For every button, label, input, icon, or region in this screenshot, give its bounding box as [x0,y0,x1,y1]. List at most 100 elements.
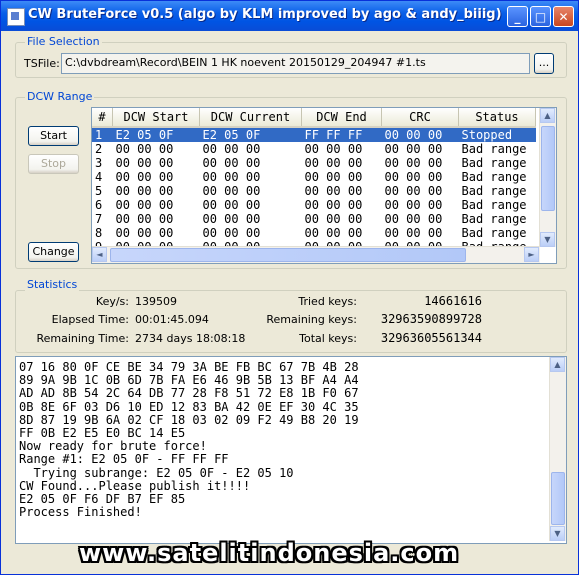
dcw-range-table[interactable]: # DCW Start DCW Current DCW End CRC Stat… [91,107,557,264]
cell-crc: 00 00 00 [384,170,443,184]
title-bar[interactable]: CW BruteForce v0.5 (algo by KLM improved… [1,1,578,31]
cell-dcw-start: 00 00 00 [115,156,174,170]
scroll-right-button[interactable]: ► [524,247,539,262]
table-row[interactable]: 3 00 00 00 00 00 00 00 00 00 00 00 00 Ba… [92,156,536,170]
cell-dcw-current: E2 05 0F [199,127,302,142]
cell-dcw-end: 00 00 00 [304,184,363,198]
scroll-left-button[interactable]: ◄ [92,247,107,262]
maximize-button[interactable]: □ [530,6,551,27]
table-row[interactable]: 6 00 00 00 00 00 00 00 00 00 00 00 00 Ba… [92,198,536,212]
table-row[interactable]: 1 E2 05 0F E2 05 0F FF FF FF 00 00 00 St… [92,127,536,142]
cell-index: 4 [95,170,103,184]
remaining-keys-value: 32963590899728 [380,312,482,326]
log-scroll-thumb[interactable] [551,472,565,525]
cell-index: 1 [92,127,113,142]
cell-crc: 00 00 00 [384,226,443,240]
scroll-down-button[interactable]: ▼ [540,232,555,247]
cell-index: 5 [95,184,103,198]
start-button[interactable]: Start [28,126,79,146]
cell-dcw-end: 00 00 00 [304,198,363,212]
cell-dcw-current: 00 00 00 [202,170,261,184]
statistics-legend: Statistics [25,278,80,291]
elapsed-time-value: 00:01:45.094 [135,313,209,326]
column-header-crc[interactable]: CRC [381,108,459,128]
cell-status: Bad range [461,226,527,240]
cell-status: Bad range [461,198,527,212]
tsfile-path-field[interactable]: C:\dvbdream\Record\BEIN 1 HK noevent 201… [61,53,530,74]
cell-status: Bad range [461,184,527,198]
file-selection-legend: File Selection [25,35,102,48]
minimize-button[interactable]: _ [507,6,528,27]
app-icon [7,8,25,26]
table-vertical-scrollbar[interactable]: ▲ ▼ [539,108,556,247]
cell-dcw-end: 00 00 00 [304,212,363,226]
log-scroll-up-button[interactable]: ▲ [550,357,565,372]
cell-dcw-end: 00 00 00 [304,156,363,170]
cell-crc: 00 00 00 [384,198,443,212]
cell-dcw-end: 00 00 00 [304,226,363,240]
column-header-index[interactable]: # [92,108,113,128]
cell-crc: 00 00 00 [384,156,443,170]
dcw-range-legend: DCW Range [25,90,95,103]
cell-index: 7 [95,212,103,226]
table-row[interactable]: 5 00 00 00 00 00 00 00 00 00 00 00 00 Ba… [92,184,536,198]
table-horizontal-scrollbar[interactable]: ◄ ► [92,246,540,263]
cell-index: 3 [95,156,103,170]
log-line: Process Finished! [19,505,142,520]
cell-index: 6 [95,198,103,212]
cell-dcw-start: 00 00 00 [115,184,174,198]
table-row[interactable]: 4 00 00 00 00 00 00 00 00 00 00 00 00 Ba… [92,170,536,184]
cell-dcw-start: 00 00 00 [115,170,174,184]
cell-dcw-end: 00 00 00 [304,142,363,156]
log-line: Trying subrange: E2 05 0F - E2 05 10 [19,465,294,480]
log-text: 07 16 80 0F CE BE 34 79 3A BE FB BC 67 7… [19,360,359,520]
cell-dcw-end: 00 00 00 [304,170,363,184]
log-line: Range #1: E2 05 0F - FF FF FF [19,452,229,467]
tried-keys-label: Tried keys: [298,295,357,308]
browse-button[interactable]: ... [534,53,554,74]
cell-crc: 00 00 00 [384,212,443,226]
tried-keys-value: 14661616 [424,294,482,308]
cell-crc: 00 00 00 [381,127,459,142]
cell-status: Bad range [461,170,527,184]
cell-dcw-current: 00 00 00 [202,226,261,240]
log-scroll-down-button[interactable]: ▼ [550,526,565,541]
cell-status: Bad range [461,142,527,156]
window-title: CW BruteForce v0.5 (algo by KLM improved… [28,7,502,22]
close-button[interactable]: ✕ [553,6,574,27]
log-vertical-scrollbar[interactable]: ▲ ▼ [549,357,566,541]
column-header-status[interactable]: Status [458,108,536,128]
cell-dcw-start: 00 00 00 [115,198,174,212]
remaining-keys-label: Remaining keys: [266,313,357,326]
remaining-time-value: 2734 days 18:08:18 [135,332,246,345]
stop-button[interactable]: Stop [28,154,79,174]
column-header-dcw-end[interactable]: DCW End [301,108,382,128]
horizontal-scroll-thumb[interactable] [110,248,466,262]
cell-dcw-start: 00 00 00 [115,142,174,156]
remaining-time-label: Remaining Time: [36,332,129,345]
cell-index: 2 [95,142,103,156]
change-button[interactable]: Change [28,242,79,262]
cell-status: Stopped [458,127,536,142]
cell-dcw-start: 00 00 00 [115,212,174,226]
tsfile-label: TSFile: [24,57,60,70]
scroll-up-button[interactable]: ▲ [540,108,555,123]
table-row[interactable]: 2 00 00 00 00 00 00 00 00 00 00 00 00 Ba… [92,142,536,156]
total-keys-value: 32963605561344 [380,331,482,345]
log-line: 0B 8E 6F 03 D6 10 ED 12 83 BA 42 0E EF 3… [19,399,359,414]
column-header-dcw-start[interactable]: DCW Start [112,108,200,128]
watermark-text: www.satelitindonesia.com [79,539,460,567]
table-row[interactable]: 7 00 00 00 00 00 00 00 00 00 00 00 00 Ba… [92,212,536,226]
elapsed-time-label: Elapsed Time: [51,313,129,326]
cell-crc: 00 00 00 [384,184,443,198]
total-keys-label: Total keys: [299,332,357,345]
column-header-dcw-current[interactable]: DCW Current [199,108,302,128]
cell-dcw-current: 00 00 00 [202,184,261,198]
log-output[interactable]: 07 16 80 0F CE BE 34 79 3A BE FB BC 67 7… [15,356,567,544]
log-line: AD AD 8B 54 2C 64 DB 77 28 F8 51 72 E8 1… [19,386,359,401]
keys-per-second-label: Key/s: [95,295,129,308]
cell-status: Bad range [461,156,527,170]
table-row[interactable]: 8 00 00 00 00 00 00 00 00 00 00 00 00 Ba… [92,226,536,240]
vertical-scroll-thumb[interactable] [541,126,555,211]
cell-dcw-current: 00 00 00 [202,212,261,226]
